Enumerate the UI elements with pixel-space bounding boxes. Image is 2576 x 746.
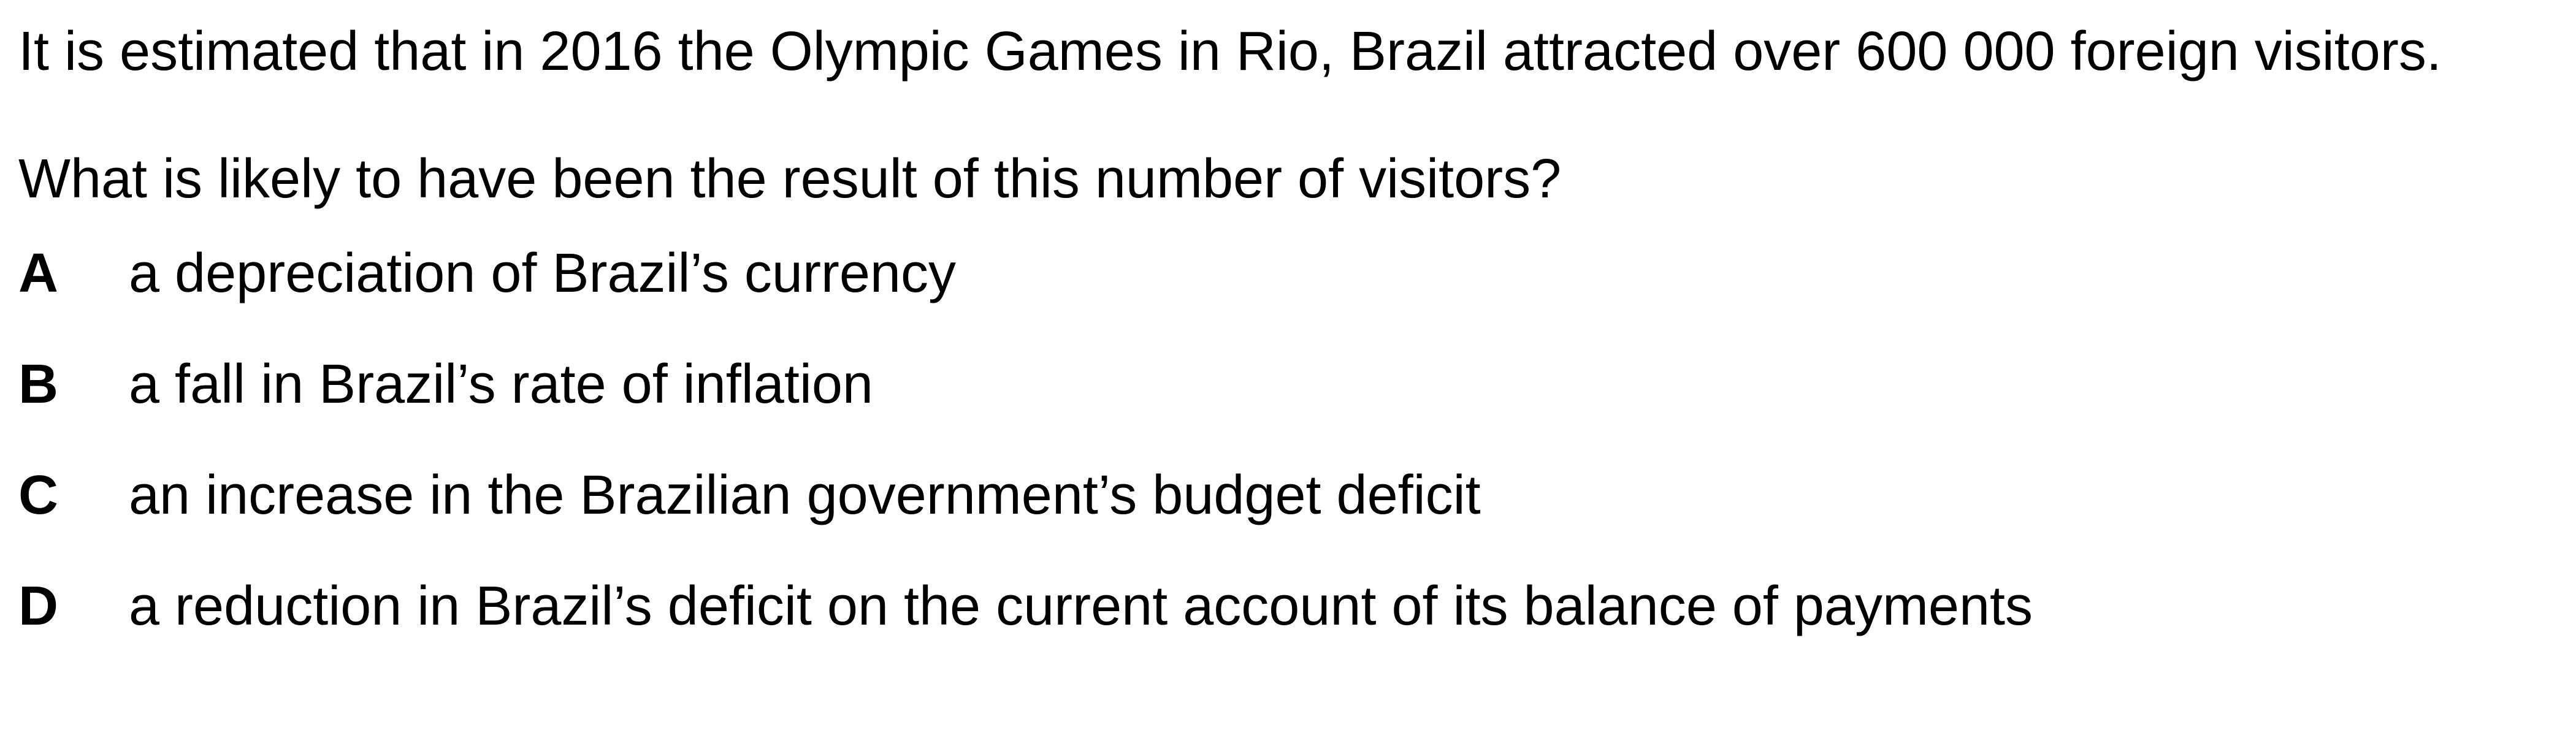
question-stem: It is estimated that in 2016 the Olympic…	[18, 21, 2442, 82]
question-prompt: What is likely to have been the result o…	[18, 148, 1562, 210]
option-b: B a fall in Brazil’s rate of inflation	[18, 351, 2477, 417]
option-text: an increase in the Brazilian government’…	[129, 465, 1481, 526]
answer-options: A a depreciation of Brazil’s currency B …	[18, 240, 2477, 639]
option-text: a depreciation of Brazil’s currency	[129, 243, 956, 304]
option-letter: B	[18, 354, 58, 415]
option-letter: D	[18, 576, 58, 637]
option-text: a reduction in Brazil’s deficit on the c…	[129, 576, 2033, 637]
question-block: It is estimated that in 2016 the Olympic…	[18, 0, 2477, 684]
option-text: a fall in Brazil’s rate of inflation	[129, 354, 873, 415]
option-letter: C	[18, 465, 58, 526]
option-d: D a reduction in Brazil’s deficit on the…	[18, 573, 2477, 639]
option-c: C an increase in the Brazilian governmen…	[18, 462, 2477, 528]
option-a: A a depreciation of Brazil’s currency	[18, 240, 2477, 306]
option-letter: A	[18, 243, 58, 304]
